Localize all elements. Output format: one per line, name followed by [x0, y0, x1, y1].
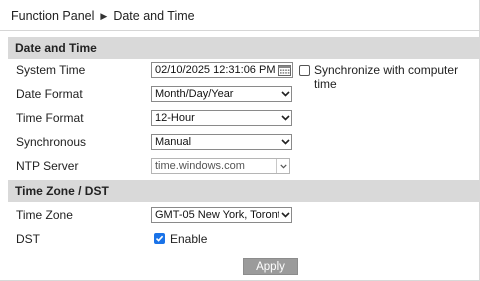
system-time-value: 02/10/2025 12:31:06 PM — [155, 64, 276, 76]
checkmark-icon — [155, 235, 164, 242]
system-time-field[interactable]: 02/10/2025 12:31:06 PM — [151, 62, 293, 78]
breadcrumb-divider — [0, 30, 480, 31]
ntp-server-value: time.windows.com — [155, 160, 245, 172]
system-time-label: System Time — [16, 63, 86, 77]
dst-enable-label: Enable — [170, 232, 208, 246]
chevron-down-icon — [279, 208, 291, 222]
sync-computer-checkbox[interactable] — [299, 65, 310, 76]
time-zone-label: Time Zone — [16, 208, 73, 222]
date-format-select[interactable]: Month/Day/Year — [151, 86, 292, 102]
time-format-label: Time Format — [16, 111, 84, 125]
time-format-value: 12-Hour — [155, 112, 195, 124]
time-format-select[interactable]: 12-Hour — [151, 110, 292, 126]
chevron-down-icon[interactable] — [276, 159, 289, 173]
date-format-value: Month/Day/Year — [155, 88, 234, 100]
ntp-server-combo[interactable]: time.windows.com — [151, 158, 290, 174]
sync-computer-label: Synchronize with computer time — [314, 63, 459, 91]
synchronous-label: Synchronous — [16, 135, 87, 149]
chevron-down-icon — [279, 111, 291, 125]
chevron-down-icon — [279, 87, 291, 101]
breadcrumb-current: Date and Time — [113, 9, 195, 23]
breadcrumb: Function Panel ▶ Date and Time — [11, 7, 195, 25]
dst-enable-checkbox[interactable] — [154, 233, 165, 244]
time-zone-select[interactable]: GMT-05 New York, Toronto, Washington — [151, 207, 292, 223]
time-zone-value: GMT-05 New York, Toronto, Washington — [155, 209, 279, 221]
section-time-zone: Time Zone / DST — [8, 180, 480, 202]
section-date-time: Date and Time — [8, 37, 480, 59]
triangle-right-icon: ▶ — [100, 10, 108, 21]
dst-label: DST — [16, 232, 40, 246]
ntp-server-label: NTP Server — [16, 159, 79, 173]
date-format-label: Date Format — [16, 87, 83, 101]
section-title: Time Zone / DST — [15, 184, 109, 198]
calendar-icon[interactable] — [278, 64, 291, 76]
synchronous-select[interactable]: Manual — [151, 134, 292, 150]
section-title: Date and Time — [15, 41, 97, 55]
apply-button[interactable]: Apply — [243, 258, 298, 275]
synchronous-value: Manual — [155, 136, 192, 148]
breadcrumb-parent[interactable]: Function Panel — [11, 9, 94, 23]
chevron-down-icon — [279, 135, 291, 149]
